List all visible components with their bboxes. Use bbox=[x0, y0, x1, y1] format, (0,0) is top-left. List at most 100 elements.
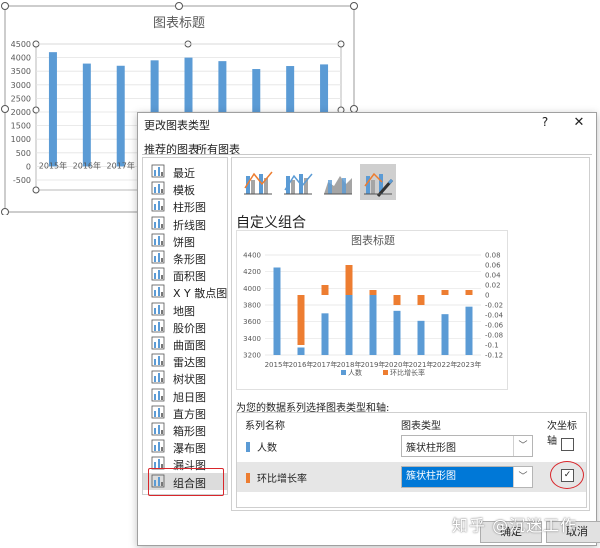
y-tick-label: 3200 bbox=[243, 352, 261, 360]
y-tick-label: 500 bbox=[16, 149, 31, 158]
y2-tick-label: 0.06 bbox=[485, 262, 501, 270]
bar-primary bbox=[393, 310, 401, 355]
sunburst-chart-icon bbox=[151, 388, 165, 401]
nav-item-sunburst-chart[interactable]: 旭日图 bbox=[143, 387, 227, 404]
section-title: 自定义组合 bbox=[236, 215, 306, 231]
nav-item-radar-chart[interactable]: 雷达图 bbox=[143, 352, 227, 369]
nav-item-map-chart[interactable]: 地图 bbox=[143, 301, 227, 318]
map-chart-icon bbox=[151, 302, 165, 315]
combo-type-custom-button[interactable] bbox=[360, 164, 396, 200]
nav-item-box-chart[interactable]: 箱形图 bbox=[143, 421, 227, 438]
resize-handle[interactable] bbox=[1, 208, 9, 216]
plot-area-handle[interactable] bbox=[32, 186, 40, 194]
resize-handle[interactable] bbox=[1, 2, 9, 10]
nav-item-template[interactable]: 模板 bbox=[143, 180, 227, 197]
nav-item-column-chart[interactable]: 柱形图 bbox=[143, 197, 227, 214]
nav-item-label: 地图 bbox=[173, 304, 195, 318]
bar-primary bbox=[369, 294, 377, 355]
nav-item-histogram-chart[interactable]: 直方图 bbox=[143, 404, 227, 421]
recent-icon bbox=[151, 164, 165, 178]
x-tick-label: 2019年 bbox=[361, 360, 386, 369]
dialog-title: 更改图表类型 bbox=[144, 119, 210, 132]
change-chart-type-dialog: 更改图表类型 ? ✕ 推荐的图表 所有图表 最近 模板 柱形图 折线图 饼图 条形图 面积图… bbox=[137, 112, 600, 546]
chart-category-list: 最近 模板 柱形图折线图饼图 条形图面积图 X Y 散点图 地图股价图曲面图 雷达图树状图旭… bbox=[142, 157, 228, 495]
x-tick-label: 2015年 bbox=[39, 160, 67, 170]
chevron-down-icon[interactable]: ﹀ bbox=[513, 467, 532, 487]
chevron-down-icon[interactable]: ﹀ bbox=[513, 436, 532, 456]
bar bbox=[116, 65, 125, 167]
bar-secondary bbox=[297, 295, 305, 345]
nav-item-recent[interactable]: 最近 bbox=[143, 163, 227, 180]
resize-handle[interactable] bbox=[1, 105, 9, 113]
y2-tick-label: 0.02 bbox=[485, 282, 501, 290]
bar-secondary bbox=[465, 290, 473, 295]
series-config-table: 系列名称 图表类型 次坐标轴 人数 簇状柱形图 ﹀ 环比增长率 簇状柱形图 ﹀ bbox=[236, 412, 587, 508]
radar-chart-icon bbox=[151, 353, 165, 367]
nav-item-label: 树状图 bbox=[173, 373, 206, 387]
x-tick-label: 2021年 bbox=[409, 360, 434, 369]
series-color-swatch bbox=[246, 442, 250, 452]
preview-chart-title: 图表标题 bbox=[351, 233, 395, 247]
bar-primary bbox=[465, 306, 473, 355]
y2-tick-label: -0.08 bbox=[485, 332, 503, 340]
secondary-axis-checkbox[interactable] bbox=[561, 438, 574, 451]
highlight-ellipse-secondary-axis bbox=[550, 461, 584, 489]
histogram-chart-icon bbox=[151, 405, 165, 419]
template-icon bbox=[151, 181, 165, 195]
dialog-titlebar[interactable]: 更改图表类型 ? ✕ bbox=[138, 113, 596, 135]
nav-item-label: 曲面图 bbox=[173, 339, 206, 352]
x-tick-label: 2015年 bbox=[265, 360, 290, 369]
y2-tick-label: -0.02 bbox=[485, 302, 503, 310]
legend-label: 环比增长率 bbox=[390, 368, 425, 377]
series-chart-type-select[interactable]: 簇状柱形图 ﹀ bbox=[401, 435, 533, 457]
tab-divider bbox=[142, 154, 592, 155]
nav-item-label: 股价图 bbox=[173, 321, 206, 335]
nav-item-bar-chart[interactable]: 条形图 bbox=[143, 249, 227, 266]
nav-item-line-chart[interactable]: 折线图 bbox=[143, 215, 227, 232]
nav-item-label: 饼图 bbox=[173, 235, 195, 249]
x-tick-label: 2017年 bbox=[313, 360, 338, 369]
watermark: 知乎 @沉迷工作 bbox=[452, 516, 578, 535]
clustered-column-line-icon bbox=[244, 171, 273, 195]
nav-item-label: 面积图 bbox=[173, 270, 206, 284]
nav-item-label: 折线图 bbox=[173, 218, 206, 232]
bar bbox=[82, 63, 91, 167]
column-chart-icon bbox=[151, 198, 165, 212]
resize-handle[interactable] bbox=[350, 2, 358, 10]
y-tick-label: 0 bbox=[26, 162, 31, 171]
y2-tick-label: 0.08 bbox=[485, 252, 501, 260]
y-tick-label: 3000 bbox=[11, 81, 31, 90]
combo-type-area-column-button[interactable] bbox=[320, 164, 356, 200]
nav-item-area-chart[interactable]: 面积图 bbox=[143, 266, 227, 283]
background-chart-title: 图表标题 bbox=[153, 16, 205, 31]
series-chart-type-select[interactable]: 簇状柱形图 ﹀ bbox=[401, 466, 533, 488]
y-tick-label: 3500 bbox=[11, 67, 31, 76]
bar-secondary bbox=[345, 265, 353, 295]
nav-item-waterfall-chart[interactable]: 瀑布图 bbox=[143, 438, 227, 455]
nav-item-stock-chart[interactable]: 股价图 bbox=[143, 318, 227, 335]
bar-primary bbox=[441, 314, 449, 355]
stock-chart-icon bbox=[151, 319, 165, 333]
y-tick-label: 1500 bbox=[11, 122, 31, 131]
highlight-box-combo bbox=[148, 468, 224, 496]
y-tick-label: 3600 bbox=[243, 318, 261, 326]
y-tick-label: 1000 bbox=[11, 135, 31, 144]
combo-type-clustered-line-button[interactable] bbox=[240, 164, 276, 200]
resize-handle[interactable] bbox=[175, 2, 183, 10]
nav-item-treemap-chart[interactable]: 树状图 bbox=[143, 369, 227, 386]
bar-secondary bbox=[369, 290, 377, 295]
y-tick-label: 4200 bbox=[243, 268, 261, 276]
y-tick-label: 3800 bbox=[243, 302, 261, 310]
help-button[interactable]: ? bbox=[538, 115, 552, 131]
clustered-column-line-secondary-icon bbox=[284, 173, 313, 195]
x-tick-label: 2016年 bbox=[73, 160, 101, 170]
box-chart-icon bbox=[151, 422, 165, 436]
combo-type-line-secondary-button[interactable] bbox=[280, 164, 316, 200]
nav-item-scatter-chart[interactable]: X Y 散点图 bbox=[143, 283, 227, 300]
bar-secondary bbox=[417, 295, 425, 305]
y-tick-label: -500 bbox=[13, 176, 31, 185]
bar-secondary bbox=[321, 285, 329, 295]
nav-item-surface-chart[interactable]: 曲面图 bbox=[143, 335, 227, 352]
nav-item-pie-chart[interactable]: 饼图 bbox=[143, 232, 227, 249]
close-button[interactable]: ✕ bbox=[570, 115, 588, 131]
